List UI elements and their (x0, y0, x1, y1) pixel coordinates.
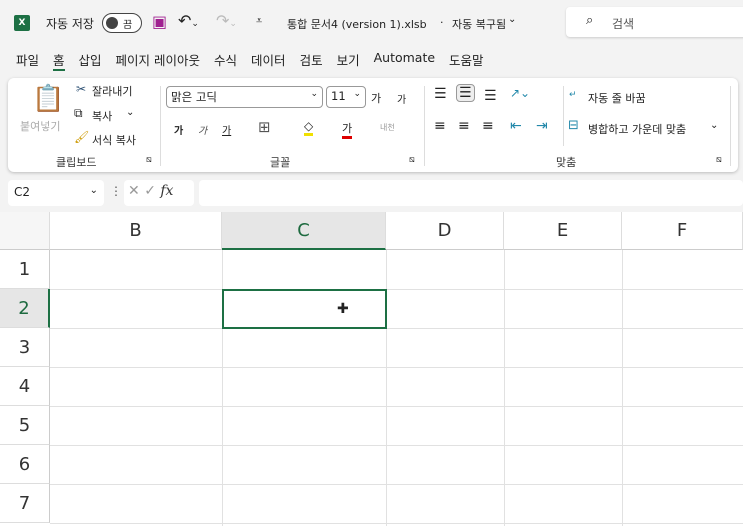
clipboard-launcher-icon[interactable]: ⧅ (146, 155, 152, 165)
save-icon[interactable]: ▣ (152, 12, 167, 31)
tab-help[interactable]: 도움말 (449, 50, 484, 71)
row-header-3[interactable]: 3 (0, 328, 50, 367)
font-size-value: 11 (331, 89, 346, 103)
borders-icon[interactable]: ⊞ (258, 118, 271, 136)
paste-icon[interactable]: 📋 (32, 84, 64, 114)
tab-file[interactable]: 파일 (16, 50, 39, 71)
ribbon-tabs: 파일 홈 삽입 페이지 레이아웃 수식 데이터 검토 보기 Automate 도… (16, 50, 484, 71)
decrease-indent-icon[interactable]: ⇤ (510, 118, 522, 134)
formula-controls: ✕ ✓ fx (124, 180, 194, 206)
row-header-5[interactable]: 5 (0, 406, 50, 445)
cancel-icon[interactable]: ✕ (128, 183, 140, 199)
alignment-group-label: 맞춤 (556, 156, 577, 169)
select-all-corner[interactable] (0, 212, 50, 250)
redo-icon[interactable]: ↷⌄ (216, 11, 237, 30)
font-color-button[interactable]: 가 (342, 120, 353, 139)
row-header-6[interactable]: 6 (0, 445, 50, 484)
tab-data[interactable]: 데이터 (251, 50, 286, 71)
excel-logo-icon: X (14, 15, 30, 31)
column-header-f[interactable]: F (622, 212, 743, 250)
align-left-icon[interactable]: ≡ (434, 118, 446, 134)
row-header-7[interactable]: 7 (0, 484, 50, 523)
ribbon: 📋 붙여넣기 ✂ 잘라내기 ⧉ 복사 ⌄ 🖌 서식 복사 클립보드 ⧅ 맑은 고… (8, 78, 738, 172)
copy-icon: ⧉ (74, 106, 83, 120)
clipboard-group-label: 클립보드 (56, 156, 97, 169)
undo-icon[interactable]: ↶⌄ (178, 11, 199, 30)
decrease-font-size-button[interactable]: 가 (397, 91, 406, 106)
merge-center-button[interactable]: 병합하고 가운데 맞춤 (588, 121, 686, 137)
autosave-label: 자동 저장 (46, 17, 94, 31)
font-launcher-icon[interactable]: ⧅ (409, 155, 415, 165)
orientation-icon[interactable]: ↗⌄ (510, 86, 530, 100)
font-name-select[interactable]: 맑은 고딕 ⌄ (166, 86, 323, 108)
spreadsheet-grid[interactable]: B C D E F 1 2 3 4 5 6 7 ✚ (0, 212, 743, 526)
more-options-icon[interactable]: ⋮ (110, 184, 122, 198)
column-header-d[interactable]: D (386, 212, 504, 250)
search-icon: ⌕ (586, 13, 594, 28)
name-box[interactable]: C2 ⌄ (8, 180, 104, 206)
file-status[interactable]: 자동 복구됨 (452, 16, 506, 32)
tab-formulas[interactable]: 수식 (214, 50, 237, 71)
underline-button[interactable]: 가 (222, 122, 231, 137)
row-header-4[interactable]: 4 (0, 367, 50, 406)
copy-dropdown-icon[interactable]: ⌄ (126, 107, 134, 118)
tab-view[interactable]: 보기 (337, 50, 360, 71)
name-box-value: C2 (14, 185, 31, 199)
wrap-text-button[interactable]: 자동 줄 바꿈 (588, 90, 646, 106)
row-header-2[interactable]: 2 (0, 289, 50, 328)
align-right-icon[interactable]: ≡ (482, 118, 494, 134)
title-bar: X 자동 저장 끔 ▣ ↶⌄ ↷⌄ ⩡ 통합 문서4 (version 1).x… (0, 0, 743, 46)
increase-indent-icon[interactable]: ⇥ (536, 118, 548, 134)
paste-button[interactable]: 붙여넣기 (20, 118, 60, 134)
search-placeholder: 검색 (612, 17, 635, 31)
font-size-select[interactable]: 11 ⌄ (326, 86, 366, 108)
top-align-icon[interactable]: ☰ (434, 86, 447, 102)
chevron-down-icon[interactable]: ⌄ (508, 14, 516, 25)
enter-icon[interactable]: ✓ (144, 183, 156, 199)
quick-access-menu-icon[interactable]: ⩡ (256, 14, 262, 28)
formula-input[interactable] (199, 180, 743, 206)
cell-cursor-icon: ✚ (337, 301, 349, 317)
tab-insert[interactable]: 삽입 (79, 50, 102, 71)
wrap-text-icon: ↵ (569, 90, 577, 100)
row-header-1[interactable]: 1 (0, 250, 50, 289)
bottom-align-icon[interactable]: ☰ (484, 88, 497, 104)
cut-icon: ✂ (76, 82, 87, 96)
format-painter-icon: 🖌 (74, 130, 90, 144)
tab-automate[interactable]: Automate (374, 50, 435, 71)
column-header-b[interactable]: B (50, 212, 222, 250)
tab-review[interactable]: 검토 (300, 50, 323, 71)
fill-color-icon[interactable]: ◇ (304, 119, 314, 136)
tab-page-layout[interactable]: 페이지 레이아웃 (116, 50, 200, 71)
search-box[interactable]: ⌕ 검색 (566, 7, 743, 37)
copy-button[interactable]: 복사 (92, 108, 112, 124)
format-painter-button[interactable]: 서식 복사 (92, 132, 136, 148)
column-header-e[interactable]: E (504, 212, 622, 250)
alignment-launcher-icon[interactable]: ⧅ (716, 155, 722, 165)
autosave-toggle[interactable]: 끔 (102, 13, 142, 33)
file-name: 통합 문서4 (version 1).xlsb (287, 18, 427, 31)
middle-align-icon[interactable]: ☰ (456, 84, 475, 102)
toggle-state: 끔 (123, 20, 133, 31)
align-center-icon[interactable]: ≡ (458, 118, 470, 134)
merge-center-icon: ⊟ (568, 118, 579, 133)
separator-dot: · (440, 16, 444, 29)
tab-home[interactable]: 홈 (53, 50, 65, 71)
cut-button[interactable]: 잘라내기 (92, 83, 132, 99)
selected-cell-c2[interactable] (222, 289, 387, 329)
increase-font-size-button[interactable]: 가 (371, 90, 381, 106)
merge-dropdown-icon[interactable]: ⌄ (710, 120, 718, 131)
column-header-c[interactable]: C (222, 212, 386, 250)
italic-button[interactable]: 가 (198, 122, 207, 137)
bold-button[interactable]: 가 (174, 122, 183, 137)
insert-function-button[interactable]: fx (160, 183, 173, 199)
font-name-value: 맑은 고딕 (171, 90, 217, 104)
phonetic-icon[interactable]: 내천 (380, 122, 395, 133)
font-group-label: 글꼴 (270, 156, 291, 169)
